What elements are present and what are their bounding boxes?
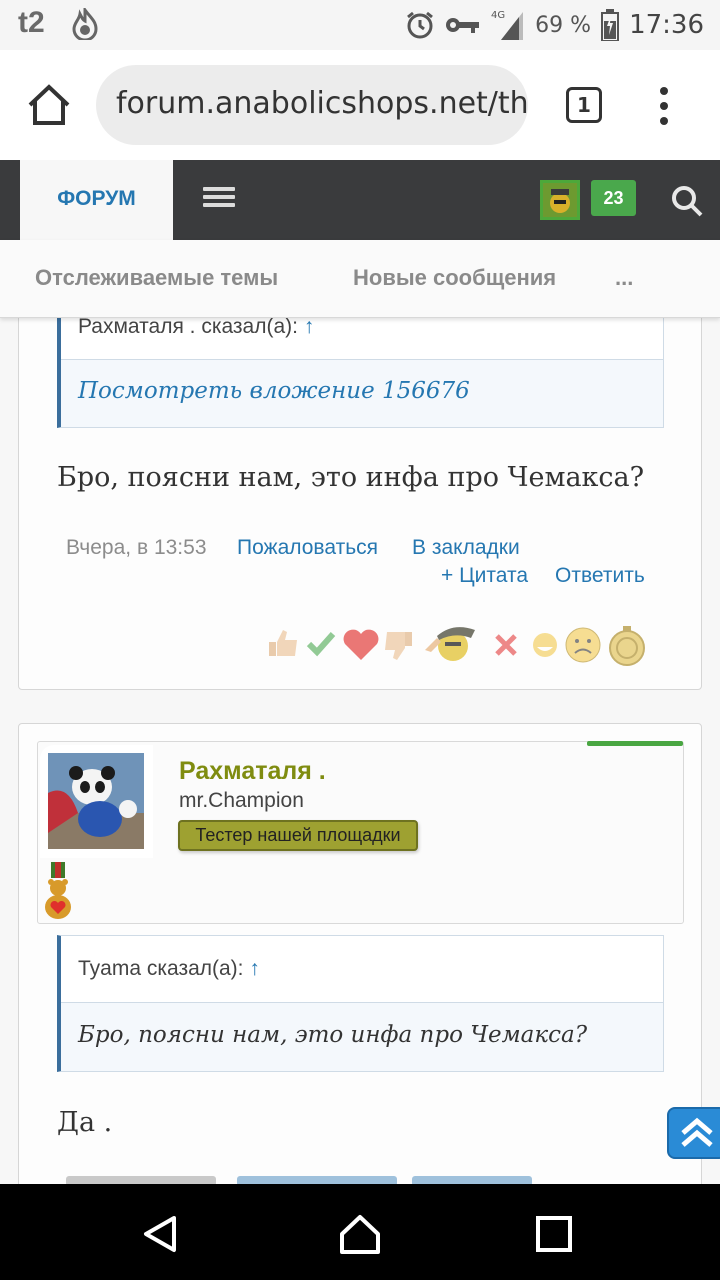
user-banner: Тестер нашей площадки [178, 820, 418, 851]
user-title: mr.Champion [179, 789, 304, 812]
address-bar[interactable]: forum.anabolicshops.net/th [96, 65, 528, 145]
double-chevron-up-icon [681, 1117, 713, 1147]
hamburger-menu-icon[interactable] [203, 187, 235, 209]
search-icon[interactable] [670, 184, 704, 218]
clock: 17:36 [629, 10, 704, 40]
username-link[interactable]: Рахматаля . [179, 757, 326, 786]
reactions-bar [269, 626, 645, 666]
url-text[interactable]: forum.anabolicshops.net/th [116, 86, 528, 121]
key-icon [446, 18, 480, 33]
alerts-badge[interactable]: 23 [591, 180, 636, 216]
avatar-image [543, 183, 577, 217]
quote-author: Tyama сказал(а): [78, 957, 250, 980]
user-avatar[interactable] [540, 180, 580, 220]
reply-link[interactable]: Ответить [555, 564, 645, 588]
attachment-link[interactable]: Посмотреть вложение 156676 [78, 378, 470, 404]
quote-header: Tyama сказал(а): ↑ [61, 936, 663, 1003]
back-icon[interactable] [140, 1214, 180, 1254]
online-indicator [587, 741, 683, 746]
network-label: 4G [491, 10, 505, 21]
battery-percent: 69 % [535, 12, 592, 38]
quote-action-link[interactable]: + Цитата [441, 564, 528, 588]
nav-watched-threads[interactable]: Отслеживаемые темы [35, 265, 278, 291]
heart-icon[interactable] [343, 629, 379, 660]
flame-icon [72, 8, 98, 40]
battery-icon [601, 9, 620, 41]
medal-icon[interactable] [609, 626, 645, 666]
forum-navigation: ФОРУМ 23 [0, 160, 720, 240]
carrier-label: t2 [18, 6, 45, 39]
tab-forum[interactable]: ФОРУМ [20, 160, 173, 240]
sad-icon[interactable] [565, 627, 601, 663]
home-icon[interactable] [338, 1212, 382, 1256]
browser-toolbar: forum.anabolicshops.net/th 1 [0, 50, 720, 160]
recents-icon[interactable] [536, 1216, 572, 1252]
quote-author: Рахматаля . сказал(а): [78, 315, 304, 338]
quote-block: Tyama сказал(а): ↑ Бро, поясни нам, это … [57, 935, 664, 1072]
check-icon[interactable] [306, 632, 336, 657]
system-navigation-bar [0, 1184, 720, 1280]
post-meta-partial [57, 1172, 657, 1184]
laugh-icon[interactable] [533, 633, 557, 657]
quote-block: Рахматаля . сказал(а): ↑ Посмотреть влож… [57, 300, 664, 428]
teddy-bear-award-icon [45, 862, 71, 919]
tab-switcher-button[interactable]: 1 [566, 87, 602, 123]
panda-avatar-image [48, 753, 144, 849]
status-bar: t2 4G 69 % 17:36 [0, 0, 720, 50]
post-message: Да . [57, 1107, 113, 1138]
signal-icon: 4G [491, 10, 524, 40]
salute-icon[interactable] [425, 627, 475, 661]
quote-text: Бро, поясни нам, это инфа про Чемакса? [78, 1022, 588, 1048]
cross-icon[interactable] [495, 634, 517, 656]
post-time[interactable]: Вчера, в 13:53 [66, 536, 207, 560]
bookmark-link[interactable]: В закладки [412, 536, 520, 560]
quote-jump-link[interactable]: ↑ [249, 957, 260, 980]
sub-navigation: Отслеживаемые темы Новые сообщения ... [0, 240, 720, 318]
report-link[interactable]: Пожаловаться [237, 536, 378, 560]
thumbs-down-icon[interactable] [385, 632, 412, 660]
scroll-to-top-button[interactable] [667, 1107, 720, 1159]
overflow-menu-icon[interactable] [654, 86, 674, 126]
nav-more[interactable]: ... [615, 265, 633, 291]
quote-jump-link[interactable]: ↑ [304, 315, 315, 338]
home-icon[interactable] [26, 83, 72, 127]
nav-new-posts[interactable]: Новые сообщения [353, 265, 556, 291]
post-message: Бро, поясни нам, это инфа про Чемакса? [57, 462, 645, 493]
avatar[interactable] [48, 753, 144, 849]
thumbs-up-icon[interactable] [269, 630, 297, 656]
alarm-icon [407, 11, 434, 39]
